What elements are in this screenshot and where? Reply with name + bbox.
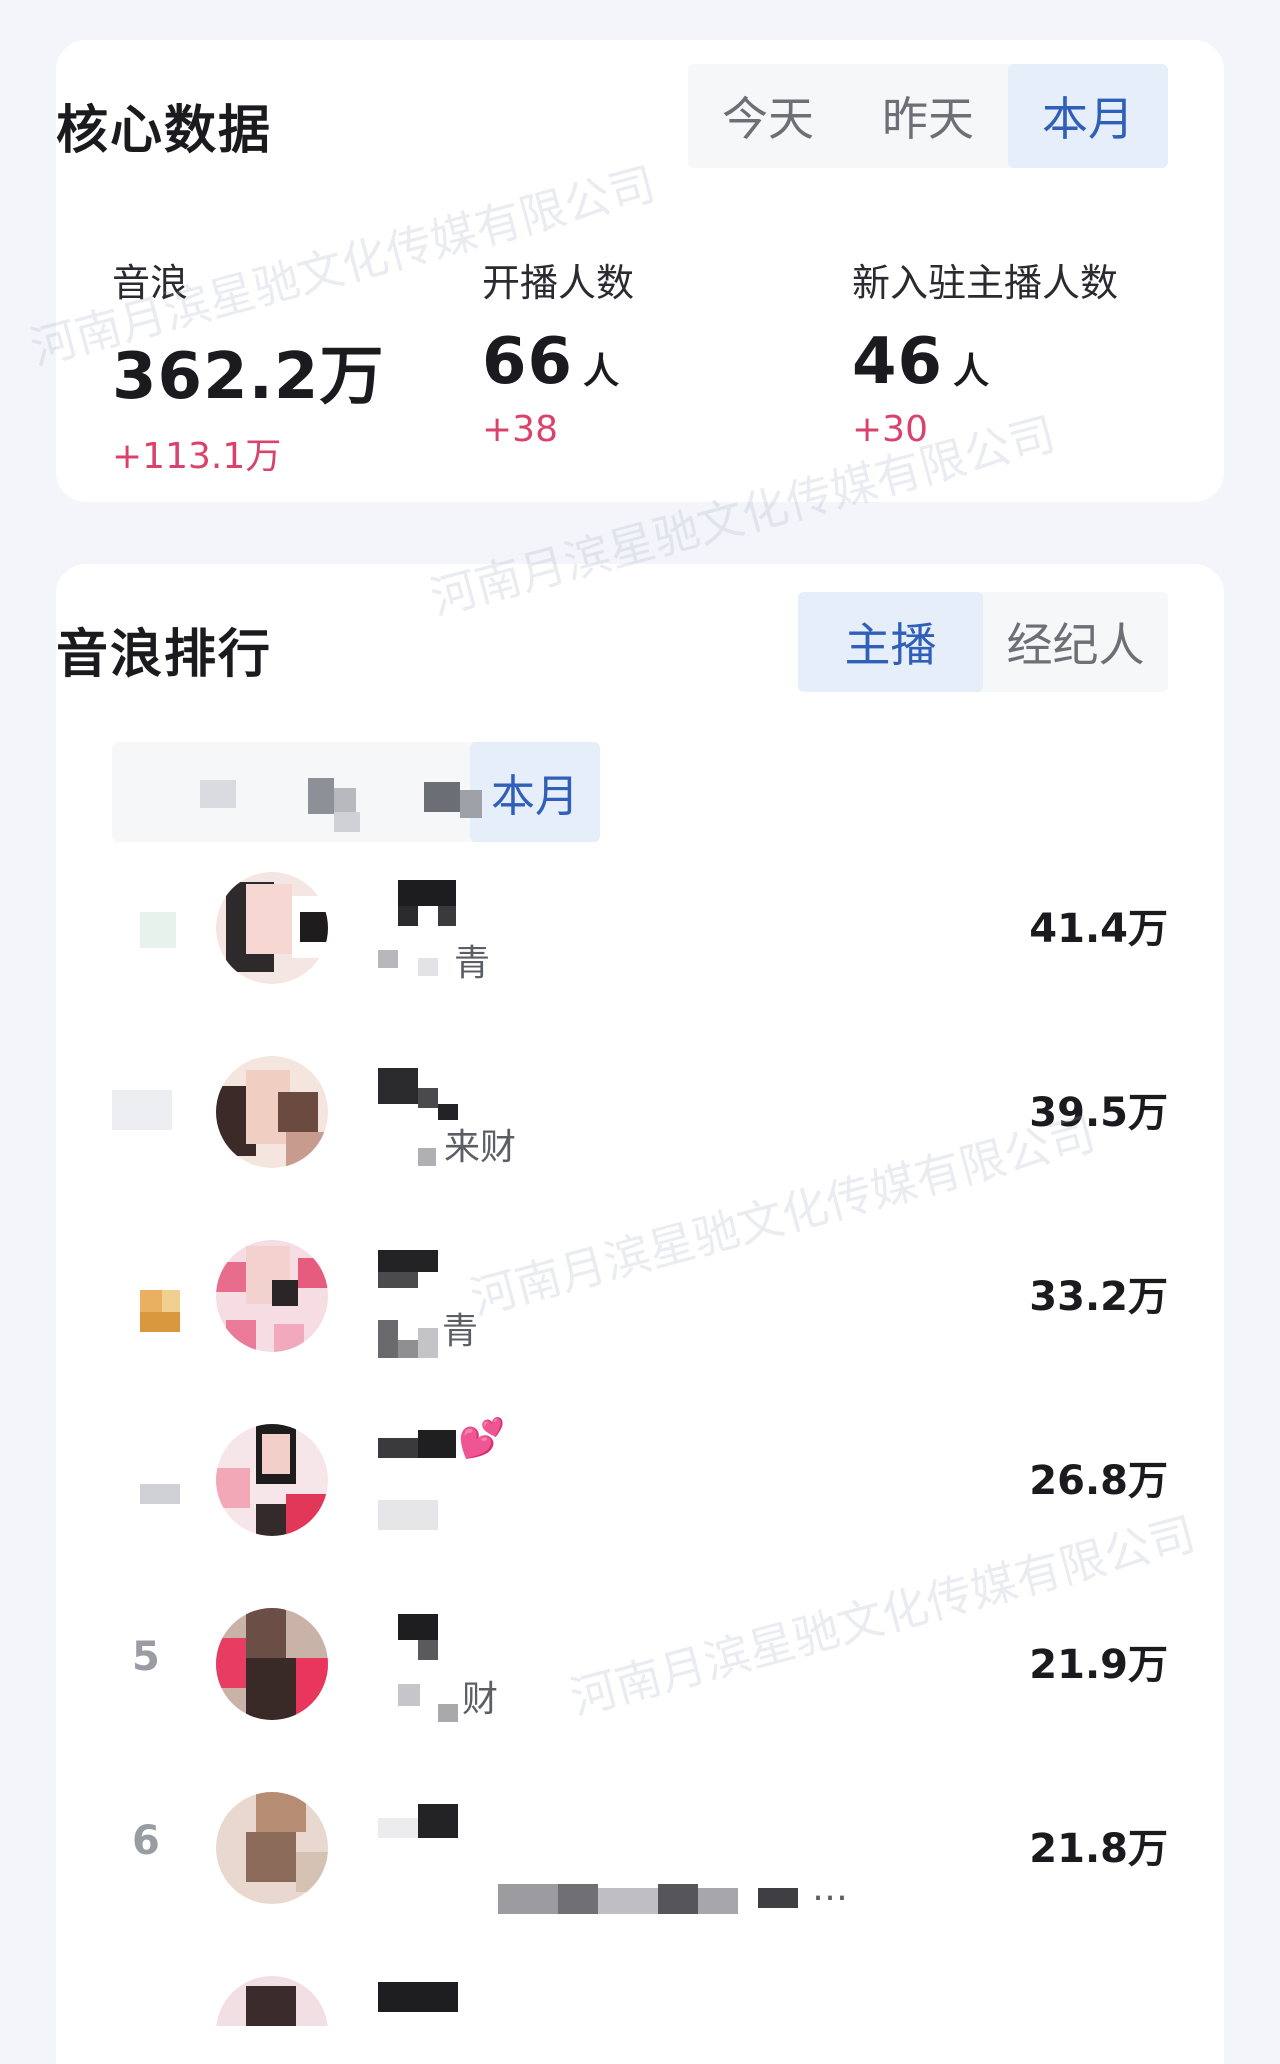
metric-streamers: 开播人数 66 人 +38 <box>482 252 634 450</box>
avatar <box>216 1240 328 1352</box>
metric-delta: +38 <box>482 409 558 450</box>
amount: 21.9万 <box>1029 1642 1168 1688</box>
avatar <box>216 1056 328 1168</box>
ranking-title: 音浪排行 <box>56 625 273 685</box>
ranking-row[interactable]: 6 … 21.8万 <box>112 1788 1168 1914</box>
tab-yesterday[interactable]: 昨天 <box>848 64 1008 168</box>
avatar <box>216 1976 328 2026</box>
tab-agent[interactable]: 经纪人 <box>983 592 1168 692</box>
streamer-subtitle: 财 <box>462 1679 499 1720</box>
metric-value: 46 人 <box>852 325 991 399</box>
amount: 39.5万 <box>1029 1090 1168 1136</box>
tab-today[interactable]: 今天 <box>688 64 848 168</box>
ranking-period-tabs: 本月 <box>112 742 600 842</box>
metric-delta: +30 <box>852 409 928 450</box>
amount: 41.4万 <box>1029 906 1168 952</box>
avatar <box>216 1424 328 1536</box>
metric-unit: 人 <box>583 351 621 392</box>
amount: 26.8万 <box>1029 1458 1168 1504</box>
streamer-subtitle: … <box>812 1868 848 1909</box>
metric-unit: 人 <box>953 351 991 392</box>
core-data-title: 核心数据 <box>56 101 273 161</box>
ranking-row[interactable]: 青 41.4万 <box>112 868 1168 988</box>
tab-this-month[interactable]: 本月 <box>1008 64 1168 168</box>
ranking-type-tabs: 主播 经纪人 <box>798 592 1168 692</box>
ranking-row[interactable]: 💕 26.8万 <box>112 1416 1168 1540</box>
metric-label: 开播人数 <box>482 261 635 305</box>
ranking-row[interactable]: 青 33.2万 <box>112 1236 1168 1358</box>
metric-new-streamers: 新入驻主播人数 46 人 +30 <box>852 252 1118 450</box>
metric-value: 362.2万 <box>112 340 385 414</box>
streamer-subtitle: 青 <box>442 1311 479 1352</box>
avatar <box>216 1608 328 1720</box>
avatar <box>216 1792 328 1904</box>
tab-period-this-month[interactable]: 本月 <box>470 742 600 842</box>
rank-number: 5 <box>132 1634 160 1680</box>
streamer-name-emoji: 💕 <box>458 1416 506 1460</box>
ranking-row[interactable]: 5 财 21.9万 <box>112 1604 1168 1724</box>
rank-number: 6 <box>132 1818 160 1864</box>
tab-streamer[interactable]: 主播 <box>798 592 983 692</box>
ranking-row[interactable]: 来财 39.5万 <box>112 1052 1168 1172</box>
amount: 33.2万 <box>1029 1274 1168 1320</box>
metric-value: 66 人 <box>482 325 621 399</box>
period-tabs: 今天 昨天 本月 <box>688 64 1168 168</box>
amount: 21.8万 <box>1029 1826 1168 1872</box>
streamer-subtitle: 来财 <box>444 1127 517 1168</box>
ranking-row[interactable] <box>112 1972 1168 2026</box>
metric-label: 音浪 <box>112 261 189 305</box>
metric-label: 新入驻主播人数 <box>852 261 1119 305</box>
blurred-period-options[interactable] <box>112 742 482 842</box>
avatar <box>216 872 328 984</box>
streamer-subtitle: 青 <box>454 943 491 984</box>
metric-delta: +113.1万 <box>112 436 282 477</box>
metric-yinlang: 音浪 362.2万 +113.1万 <box>112 252 384 479</box>
